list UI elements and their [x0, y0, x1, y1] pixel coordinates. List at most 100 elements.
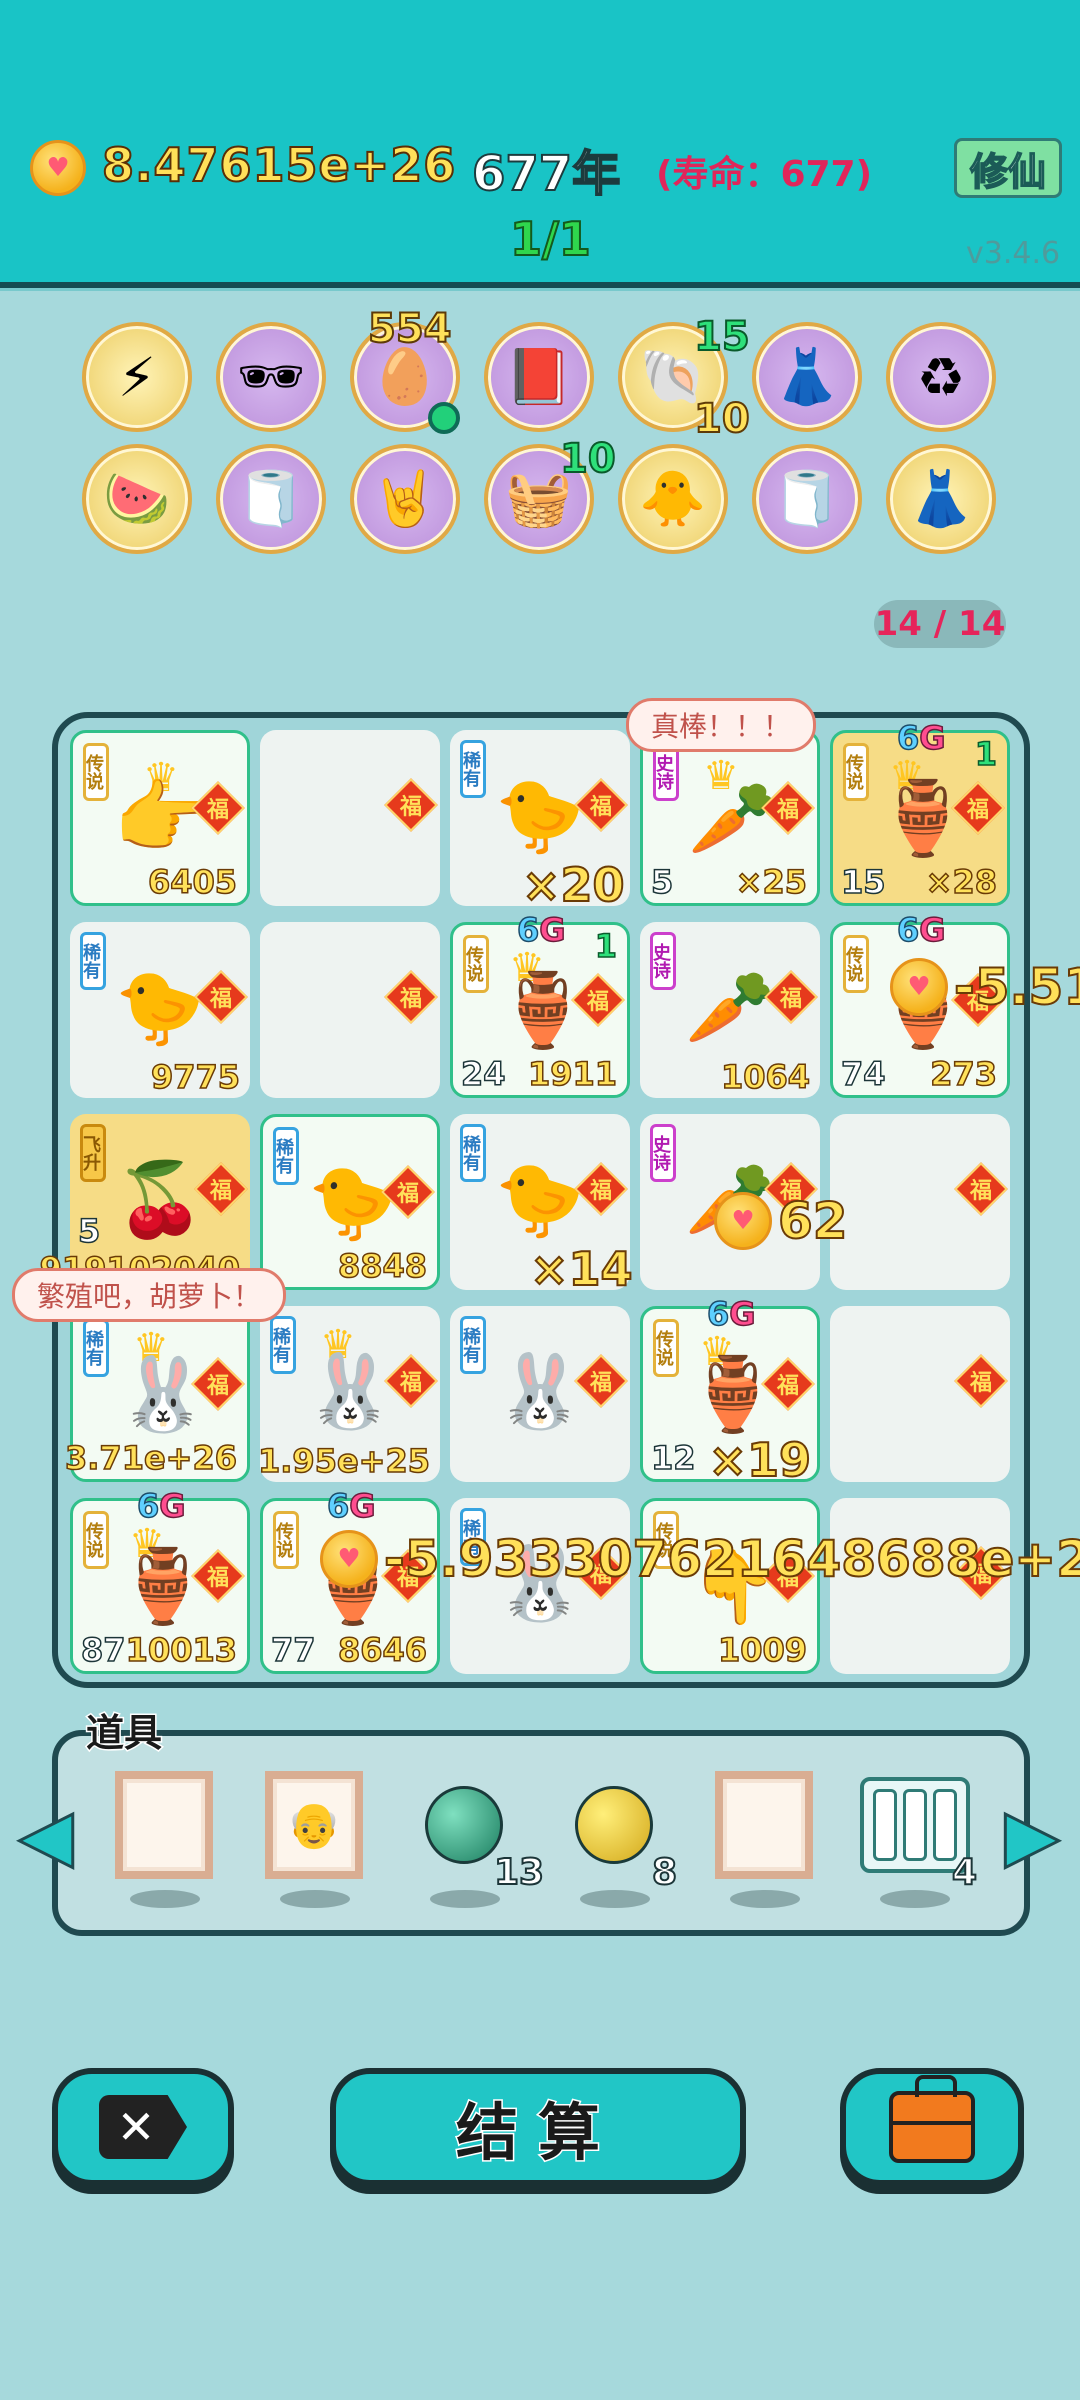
time-magazine-icon[interactable]: 📕: [484, 322, 594, 432]
shell-bottom-count: 10: [693, 395, 751, 443]
speech-bubble: 繁殖吧，胡萝卜！: [12, 1268, 287, 1322]
cell-value: 1.95e+25: [257, 1441, 431, 1481]
grid-cell[interactable]: 稀有 🐤 福 ×14: [450, 1114, 634, 1297]
coin-icon: ♥: [30, 140, 86, 196]
green-vase-icon: 🏺: [878, 775, 968, 860]
chick-egg-icon[interactable]: 🐥: [618, 444, 728, 554]
item-shadow: [130, 1890, 200, 1908]
grid-cell[interactable]: 稀有 🐤 福 8848: [260, 1114, 440, 1290]
scroll-left-arrow[interactable]: ◀: [16, 1790, 76, 1880]
floating-coin-delta: ♥ -5.933307621648688e+25: [320, 1529, 1080, 1589]
settle-label: 结算: [454, 2095, 620, 2171]
discard-button[interactable]: ✕: [52, 2068, 234, 2186]
grid-cell[interactable]: 传说 6G ♛ 🏺 福 87 10013: [70, 1486, 250, 1674]
floating-coin-gain: ♥ 62: [714, 1191, 849, 1251]
rock-hand-icon[interactable]: 🤘: [350, 444, 460, 554]
skirt-icon[interactable]: 👗: [752, 322, 862, 432]
grid-cell[interactable]: 飞升 🍒 福 5 919102040: [39, 1114, 250, 1290]
chick-icon: 🐤: [495, 1156, 585, 1241]
grid-cell[interactable]: 传说 6G 1 ♛ 🏺 福 15 ×28: [830, 718, 1010, 906]
legend-tag: 传说: [843, 935, 869, 993]
green-vase-icon: 🏺: [118, 1543, 208, 1628]
recycle-icon[interactable]: ♻: [886, 322, 996, 432]
multiplier: ×14: [529, 1241, 634, 1297]
cell-value: 8848: [337, 1246, 428, 1286]
cultivate-button[interactable]: 修仙: [954, 138, 1062, 198]
item-shadow: [430, 1890, 500, 1908]
carrot-icon: 🥕: [685, 964, 775, 1049]
year-counter: 677年: [471, 145, 621, 203]
6g-badge: 6G: [706, 1294, 756, 1334]
chick-icon: 🐤: [308, 1159, 398, 1244]
multiplier: ×28: [925, 862, 998, 902]
rare-tag: 稀有: [270, 1316, 296, 1374]
yellow-orb-icon[interactable]: [564, 1770, 664, 1880]
rare-tag: 稀有: [80, 932, 106, 990]
grid-cell[interactable]: 稀有 🐤 福 9775: [70, 922, 250, 1098]
grid-cell[interactable]: 史诗 🥕 福 1064: [640, 922, 820, 1098]
cell-value: 6405: [147, 862, 238, 902]
grid-cell-empty[interactable]: 福: [830, 1114, 1010, 1290]
6g-badge: 6G: [896, 910, 946, 950]
wave-counter: 1/1: [509, 211, 592, 267]
fruit-platter-icon[interactable]: 🍉: [82, 444, 192, 554]
speech-bubble: 真棒！！！: [626, 698, 817, 752]
tissue-box-icon[interactable]: 🧻: [752, 444, 862, 554]
fortune-badge: 福: [954, 1354, 1008, 1408]
item-count: 13: [493, 1851, 545, 1894]
multiplier: ×25: [735, 862, 808, 902]
coin-icon: ♥: [714, 1192, 772, 1250]
legend-tag: 传说: [843, 743, 869, 801]
rabbit-icon: 🐰: [118, 1351, 208, 1436]
carrot-icon: 🥕: [688, 775, 778, 860]
grid-cell-empty[interactable]: 福: [260, 730, 440, 906]
chick-icon: 🐤: [495, 772, 585, 857]
coin-balance: 8.47615e+26: [101, 137, 457, 193]
cell-level: 5: [650, 862, 674, 902]
briefcase-icon: [889, 2075, 975, 2163]
grid-cell[interactable]: 稀有 🐰 福: [450, 1306, 630, 1482]
old-man-portrait-icon[interactable]: 👴: [264, 1770, 364, 1880]
floating-coin-delta: ♥ -5.51: [890, 957, 1080, 1017]
blank-frame-icon[interactable]: [114, 1770, 214, 1880]
sunglasses-peach-icon[interactable]: 🕶: [216, 322, 326, 432]
grid-cell[interactable]: 史诗 ♛ 🥕 福 5 ×25: [640, 730, 820, 906]
grid-cell[interactable]: 传说 6G ♛ 🏺 福 12 ×19: [640, 1294, 820, 1488]
grid-cell[interactable]: 传说 ♛ 👉 福 6405: [70, 730, 250, 906]
ascend-tag: 飞升: [80, 1124, 106, 1182]
notification-dot: [428, 402, 460, 434]
grid-cell[interactable]: 稀有 ♛ 🐰 福 3.71e+26: [64, 1306, 250, 1482]
lightning-icon[interactable]: ⚡: [82, 322, 192, 432]
pointing-hand-icon: 👉: [113, 771, 213, 864]
version-label: v3.4.6: [966, 236, 1061, 271]
coin-icon: ♥: [320, 1530, 378, 1588]
tissue-box-icon[interactable]: 🧻: [216, 444, 326, 554]
scroll-right-arrow[interactable]: ▶: [1002, 1790, 1062, 1880]
cell-level: 87: [80, 1630, 126, 1670]
fortune-badge: 福: [384, 778, 438, 832]
grid-cell[interactable]: 稀有 ♛ 🐰 福 1.95e+25: [257, 1306, 440, 1482]
fortune-badge: 福: [954, 1162, 1008, 1216]
grid-cell-empty[interactable]: 福: [260, 922, 440, 1098]
skirt-icon[interactable]: 👗: [886, 444, 996, 554]
slot-count-badge: 14 / 14: [874, 600, 1006, 648]
grid-cell[interactable]: 稀有 🐤 福 ×20: [450, 730, 630, 913]
cell-value: 1064: [720, 1057, 811, 1097]
cell-level: 12: [650, 1438, 696, 1478]
rare-tag: 稀有: [273, 1127, 299, 1185]
inventory-button[interactable]: [840, 2068, 1024, 2186]
cell-level: 15: [840, 862, 886, 902]
cell-value: 10013: [125, 1630, 238, 1670]
cell-value: 1009: [717, 1630, 808, 1670]
item-count: 8: [651, 1851, 678, 1894]
grid-cell[interactable]: 传说 6G 1 ♛ 🏺 福 24 1911: [450, 910, 630, 1098]
coin-icon: ♥: [890, 958, 948, 1016]
legend-tag: 传说: [463, 935, 489, 993]
settle-button[interactable]: 结算: [330, 2068, 746, 2186]
grid-cell-empty[interactable]: 福: [830, 1306, 1010, 1482]
fortune-badge: 福: [384, 970, 438, 1024]
shell-top-count: 15: [693, 313, 751, 361]
item-shadow: [580, 1890, 650, 1908]
6g-badge: 6G: [326, 1486, 376, 1526]
blank-frame-icon[interactable]: [714, 1770, 814, 1880]
